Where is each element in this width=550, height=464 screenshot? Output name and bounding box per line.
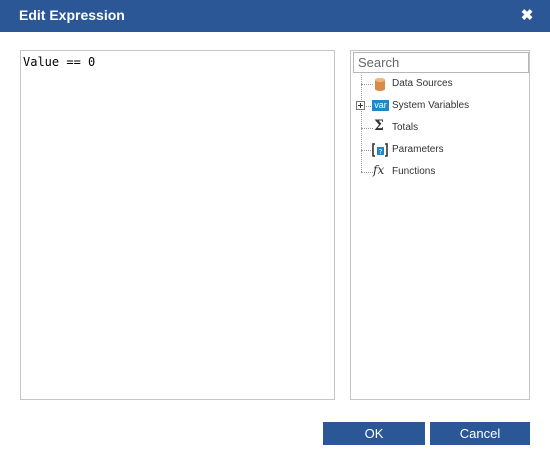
database-icon <box>375 78 385 91</box>
expand-icon[interactable] <box>356 101 365 110</box>
search-input[interactable] <box>353 52 529 73</box>
tree-item-label: Parameters <box>392 144 444 155</box>
var-icon: var <box>372 100 389 111</box>
parameters-icon: ? <box>372 143 388 157</box>
tree-item-label: System Variables <box>392 100 470 111</box>
dialog-title: Edit Expression <box>19 7 125 23</box>
sigma-icon: Σ <box>374 118 384 134</box>
svg-text:?: ? <box>379 148 383 156</box>
edit-expression-dialog: Edit Expression ✖ Value == 0 Data Source… <box>0 0 550 464</box>
cancel-button[interactable]: Cancel <box>430 422 530 445</box>
dialog-titlebar: Edit Expression ✖ <box>0 0 550 32</box>
tree-connector <box>361 128 373 129</box>
tree-item-data-sources[interactable]: Data Sources <box>351 74 529 94</box>
tree-item-system-variables[interactable]: var System Variables <box>351 96 529 116</box>
expression-editor[interactable]: Value == 0 <box>20 50 335 400</box>
tree-item-parameters[interactable]: ? Parameters <box>351 140 529 160</box>
tree-item-label: Totals <box>392 122 419 133</box>
tree-item-label: Functions <box>392 166 436 177</box>
function-icon: fx <box>373 163 385 177</box>
tree-item-functions[interactable]: fx Functions <box>351 162 529 182</box>
tree-item-totals[interactable]: Σ Totals <box>351 118 529 138</box>
close-icon[interactable]: ✖ <box>518 7 536 25</box>
ok-button[interactable]: OK <box>323 422 425 445</box>
data-tree-panel: Data Sources var System Variables Σ Tota… <box>350 50 530 400</box>
tree-item-label: Data Sources <box>392 78 453 89</box>
tree-connector <box>361 172 373 173</box>
